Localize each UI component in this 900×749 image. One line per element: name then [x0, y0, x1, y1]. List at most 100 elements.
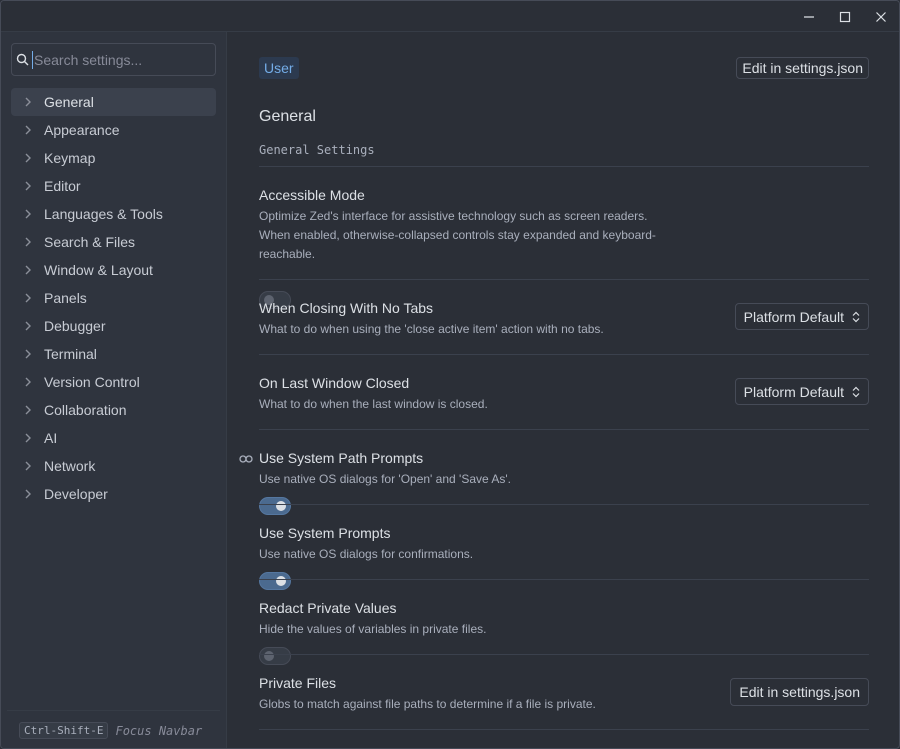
nav-item-label: Keymap [44, 150, 96, 166]
close-icon [876, 11, 886, 22]
last-window-closed-dropdown[interactable]: Platform Default [734, 378, 869, 405]
chevron-up-down-icon [852, 386, 860, 397]
setting-accessible-mode: Accessible Mode Optimize Zed's interface… [259, 187, 869, 309]
nav-item-general[interactable]: General [11, 88, 216, 116]
nav-item-developer[interactable]: Developer [11, 480, 216, 508]
system-prompts-toggle[interactable] [259, 572, 291, 590]
nav-item-label: General [44, 94, 94, 110]
nav-item-label: Network [44, 458, 96, 474]
toggle-knob [264, 651, 274, 661]
nav-item-search-files[interactable]: Search & Files [11, 228, 216, 256]
system-path-prompts-toggle[interactable] [259, 497, 291, 515]
chevron-right-icon [11, 97, 44, 107]
chevron-right-icon [11, 349, 44, 359]
divider [259, 579, 869, 580]
nav-item-appearance[interactable]: Appearance [11, 116, 216, 144]
section-title: General [259, 108, 316, 125]
nav-item-label: Search & Files [44, 234, 136, 250]
chevron-right-icon [11, 461, 44, 471]
divider [259, 166, 869, 167]
search-input[interactable] [34, 45, 215, 74]
search-icon [12, 53, 32, 66]
private-files-edit-button[interactable]: Edit in settings.json [730, 678, 869, 706]
chevron-up-down-icon [852, 311, 860, 322]
title-bar [1, 1, 899, 32]
setting-title: Use System Prompts [259, 525, 391, 541]
chevron-right-icon [11, 321, 44, 331]
section-subtitle: General Settings [259, 143, 375, 157]
chevron-right-icon [11, 209, 44, 219]
nav-item-label: AI [44, 430, 58, 446]
edit-settings-json-button[interactable]: Edit in settings.json [736, 57, 869, 79]
dropdown-value: Platform Default [743, 383, 844, 400]
nav-item-label: Debugger [44, 318, 106, 334]
toggle-knob [276, 501, 286, 511]
setting-use-system-path-prompts: Use System Path Prompts Use native OS di… [259, 450, 869, 515]
nav-item-label: Window & Layout [44, 262, 153, 278]
divider [259, 279, 869, 280]
setting-description: What to do when the last window is close… [259, 397, 488, 411]
nav-item-network[interactable]: Network [11, 452, 216, 480]
settings-content: User Edit in settings.json General Gener… [228, 32, 899, 748]
setting-redact-private-values: Redact Private Values Hide the values of… [259, 600, 869, 665]
nav-item-editor[interactable]: Editor [11, 172, 216, 200]
nav-item-debugger[interactable]: Debugger [11, 312, 216, 340]
divider [259, 429, 869, 430]
setting-description: Hide the values of variables in private … [259, 622, 487, 636]
chevron-right-icon [11, 265, 44, 275]
close-button[interactable] [863, 1, 899, 32]
chevron-right-icon [11, 377, 44, 387]
nav-item-label: Version Control [44, 374, 140, 390]
text-cursor [32, 50, 33, 69]
chevron-right-icon [11, 181, 44, 191]
chevron-right-icon [11, 405, 44, 415]
maximize-icon [839, 11, 851, 22]
nav-item-ai[interactable]: AI [11, 424, 216, 452]
divider [259, 354, 869, 355]
setting-on-last-window-closed: On Last Window Closed What to do when th… [259, 375, 869, 414]
setting-description: Globs to match against file paths to det… [259, 697, 596, 711]
setting-use-system-prompts: Use System Prompts Use native OS dialogs… [259, 525, 869, 590]
chevron-right-icon [11, 237, 44, 247]
chevron-right-icon [11, 293, 44, 303]
sidebar-footer: Ctrl-Shift-E Focus Navbar [7, 710, 220, 748]
search-box[interactable] [11, 43, 216, 76]
setting-title: Accessible Mode [259, 187, 365, 203]
setting-description: What to do when using the 'close active … [259, 322, 604, 336]
nav-item-label: Developer [44, 486, 108, 502]
maximize-button[interactable] [827, 1, 863, 32]
nav-item-label: Panels [44, 290, 87, 306]
nav-item-version-control[interactable]: Version Control [11, 368, 216, 396]
chevron-right-icon [11, 433, 44, 443]
scope-tab-user[interactable]: User [259, 57, 299, 79]
close-no-tabs-dropdown[interactable]: Platform Default [734, 303, 869, 330]
nav-item-label: Editor [44, 178, 81, 194]
nav-item-keymap[interactable]: Keymap [11, 144, 216, 172]
keyboard-shortcut: Ctrl-Shift-E [19, 722, 109, 739]
divider [259, 654, 869, 655]
nav-item-languages-tools[interactable]: Languages & Tools [11, 200, 216, 228]
setting-description: Use native OS dialogs for 'Open' and 'Sa… [259, 472, 511, 486]
nav-item-panels[interactable]: Panels [11, 284, 216, 312]
chevron-right-icon [11, 489, 44, 499]
settings-sidebar: General Appearance Keymap Editor Languag… [1, 32, 227, 748]
nav-item-label: Appearance [44, 122, 120, 138]
setting-title: Use System Path Prompts [259, 450, 424, 466]
setting-description: Optimize Zed's interface for assistive t… [259, 209, 656, 261]
settings-nav: General Appearance Keymap Editor Languag… [11, 88, 216, 508]
setting-when-closing-with-no-tabs: When Closing With No Tabs What to do whe… [259, 300, 869, 339]
dropdown-value: Platform Default [743, 308, 844, 325]
divider [259, 729, 869, 730]
minimize-button[interactable] [791, 1, 827, 32]
chevron-right-icon [11, 125, 44, 135]
toggle-knob [276, 576, 286, 586]
nav-item-window-layout[interactable]: Window & Layout [11, 256, 216, 284]
nav-item-collaboration[interactable]: Collaboration [11, 396, 216, 424]
nav-item-terminal[interactable]: Terminal [11, 340, 216, 368]
nav-item-label: Languages & Tools [44, 206, 163, 222]
focus-navbar-hint: Focus Navbar [115, 723, 203, 738]
link-icon[interactable] [239, 451, 253, 469]
redact-private-values-toggle[interactable] [259, 647, 291, 665]
settings-window: General Appearance Keymap Editor Languag… [0, 0, 900, 749]
setting-description: Use native OS dialogs for confirmations. [259, 547, 474, 561]
